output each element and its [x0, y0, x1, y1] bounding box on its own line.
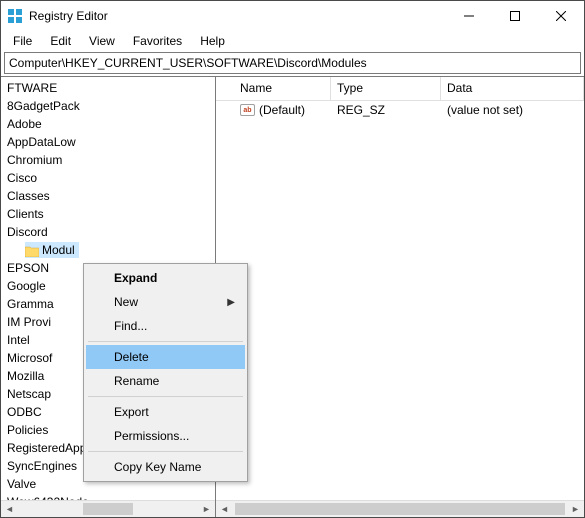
tree-item-classes[interactable]: Classes: [1, 187, 215, 205]
string-value-icon: ab: [240, 104, 255, 116]
menu-favorites[interactable]: Favorites: [125, 32, 190, 50]
window-controls: [446, 1, 584, 31]
scroll-left-arrow[interactable]: ◄: [1, 501, 18, 517]
column-data[interactable]: Data: [441, 77, 584, 100]
context-menu-separator: [88, 396, 243, 397]
list-scroll-thumb[interactable]: [235, 503, 565, 515]
list-row[interactable]: ab (Default) REG_SZ (value not set): [216, 101, 584, 119]
tree-item-wow6432node[interactable]: Wow6432Node: [1, 493, 215, 500]
context-menu-export[interactable]: Export: [86, 400, 245, 424]
tree-item-appdatalow[interactable]: AppDataLow: [1, 133, 215, 151]
titlebar: Registry Editor: [1, 1, 584, 31]
context-menu-rename[interactable]: Rename: [86, 369, 245, 393]
context-menu-find[interactable]: Find...: [86, 314, 245, 338]
folder-icon: [25, 245, 39, 256]
context-menu-copykeyname[interactable]: Copy Key Name: [86, 455, 245, 479]
context-menu-label: Expand: [114, 271, 157, 285]
menu-view[interactable]: View: [81, 32, 123, 50]
tree-item-discord[interactable]: Discord: [1, 223, 215, 241]
context-menu-label: New: [114, 295, 138, 309]
context-menu-label: Permissions...: [114, 429, 189, 443]
menu-help[interactable]: Help: [192, 32, 233, 50]
column-name[interactable]: Name: [216, 77, 331, 100]
list-scroll-right-arrow[interactable]: ►: [567, 501, 584, 517]
value-type: REG_SZ: [331, 103, 441, 117]
list-scroll-left-arrow[interactable]: ◄: [216, 501, 233, 517]
context-menu: Expand New ▶ Find... Delete Rename Export Permi…: [83, 263, 248, 482]
context-menu-label: Export: [114, 405, 149, 419]
context-menu-label: Find...: [114, 319, 147, 333]
tree-item-clients[interactable]: Clients: [1, 205, 215, 223]
context-menu-label: Delete: [114, 350, 149, 364]
address-path: Computer\HKEY_CURRENT_USER\SOFTWARE\Disc…: [9, 56, 367, 70]
menu-file[interactable]: File: [5, 32, 40, 50]
tree-item-cisco[interactable]: Cisco: [1, 169, 215, 187]
close-button[interactable]: [538, 1, 584, 31]
scroll-track-right[interactable]: [133, 501, 198, 517]
minimize-button[interactable]: [446, 1, 492, 31]
tree-item-label: Modul: [42, 242, 75, 258]
context-menu-separator: [88, 341, 243, 342]
tree-item-modul[interactable]: Modul: [1, 241, 215, 259]
tree-item-8gadgetpack[interactable]: 8GadgetPack: [1, 97, 215, 115]
scroll-thumb[interactable]: [83, 503, 133, 515]
tree-item-ftware[interactable]: FTWARE: [1, 79, 215, 97]
submenu-arrow-icon: ▶: [227, 297, 235, 308]
context-menu-delete[interactable]: Delete: [86, 345, 245, 369]
list-horizontal-scrollbar[interactable]: ◄ ►: [216, 500, 584, 517]
list-body[interactable]: ab (Default) REG_SZ (value not set): [216, 101, 584, 500]
tree-item-chromium[interactable]: Chromium: [1, 151, 215, 169]
app-icon: [7, 8, 23, 24]
context-menu-label: Rename: [114, 374, 159, 388]
column-type[interactable]: Type: [331, 77, 441, 100]
list-header: Name Type Data: [216, 77, 584, 101]
value-list-pane: Name Type Data ab (Default) REG_SZ (valu…: [216, 77, 584, 517]
context-menu-separator: [88, 451, 243, 452]
context-menu-label: Copy Key Name: [114, 460, 201, 474]
context-menu-expand[interactable]: Expand: [86, 266, 245, 290]
tree-item-adobe[interactable]: Adobe: [1, 115, 215, 133]
maximize-button[interactable]: [492, 1, 538, 31]
tree-horizontal-scrollbar[interactable]: ◄ ►: [1, 500, 215, 517]
menu-edit[interactable]: Edit: [42, 32, 79, 50]
scroll-right-arrow[interactable]: ►: [198, 501, 215, 517]
menubar: File Edit View Favorites Help: [1, 31, 584, 51]
scroll-track-left[interactable]: [18, 501, 83, 517]
window-title: Registry Editor: [29, 9, 446, 23]
value-name: (Default): [259, 103, 305, 117]
context-menu-new[interactable]: New ▶: [86, 290, 245, 314]
value-data: (value not set): [441, 103, 584, 117]
context-menu-permissions[interactable]: Permissions...: [86, 424, 245, 448]
address-bar[interactable]: Computer\HKEY_CURRENT_USER\SOFTWARE\Disc…: [4, 52, 581, 74]
